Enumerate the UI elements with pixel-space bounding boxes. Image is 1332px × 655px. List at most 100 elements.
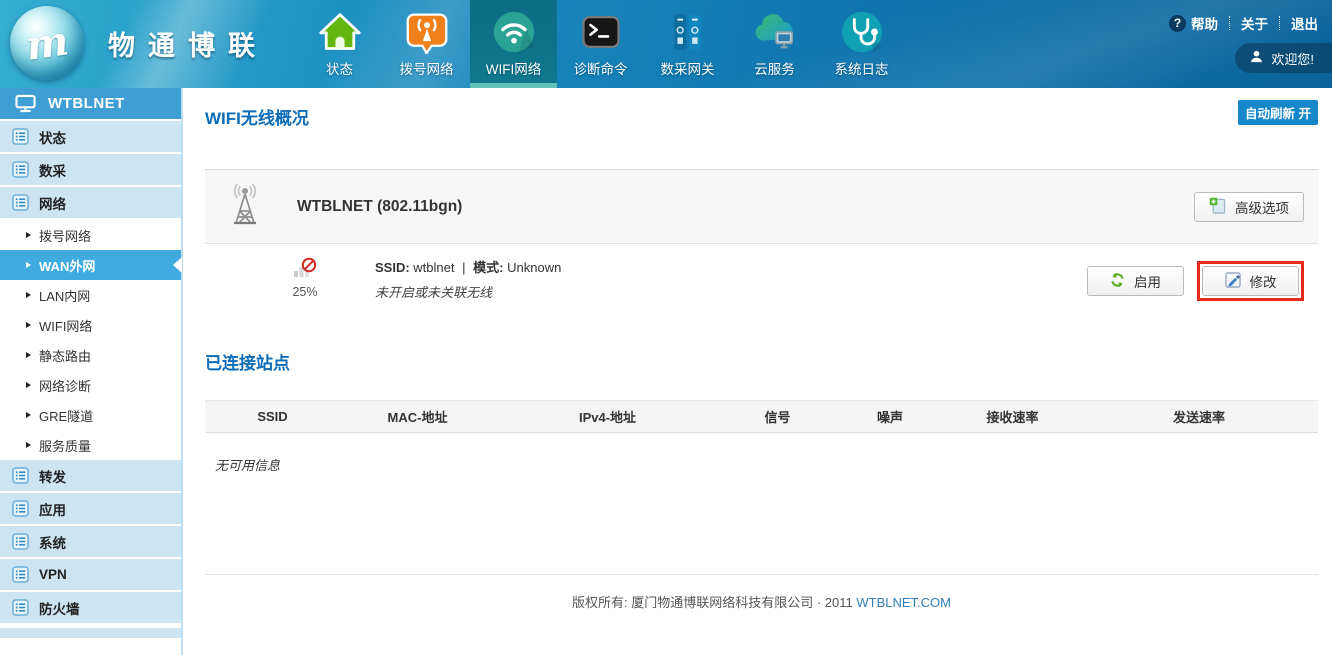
caret-right-icon <box>26 382 31 388</box>
nav-tab-system-log[interactable]: 系统日志 <box>818 0 905 88</box>
logout-link[interactable]: 退出 <box>1291 13 1318 33</box>
top-nav: 状态 拨号网络 WIFI网络 诊断命令 数采网关 <box>296 0 905 88</box>
sidebar-item-qos[interactable]: 服务质量 <box>0 430 181 460</box>
nav-tab-diagnostic-command[interactable]: 诊断命令 <box>557 0 644 88</box>
sidebar-item-network-diagnose[interactable]: 网络诊断 <box>0 370 181 400</box>
page-plus-icon <box>1209 197 1226 217</box>
nav-tab-data-gateway[interactable]: 数采网关 <box>644 0 731 88</box>
wifi-action-buttons: 启用 修改 <box>1087 261 1304 301</box>
caret-right-icon <box>26 442 31 448</box>
column-rx-rate: 接收速率 <box>945 407 1080 426</box>
wireless-disabled-note: 未开启或未关联无线 <box>375 282 561 301</box>
sidebar-item-forward[interactable]: 转发 <box>0 460 181 493</box>
terminal-icon <box>580 4 622 60</box>
about-link[interactable]: 关于 <box>1241 13 1268 33</box>
caret-right-icon <box>26 322 31 328</box>
wifi-overview-panel: WTBLNET (802.11bgn) 高级选项 25% <box>205 169 1318 319</box>
list-icon <box>12 194 29 211</box>
page-title: WIFI无线概况 <box>205 104 1318 129</box>
brand-logo-icon: m <box>10 6 84 80</box>
column-ipv4: IPv4-地址 <box>495 407 720 426</box>
ssid-value: wtblnet <box>413 260 454 275</box>
welcome-button[interactable]: 欢迎您! <box>1235 43 1332 73</box>
empty-table-message: 无可用信息 <box>215 455 1318 474</box>
list-icon <box>12 128 29 145</box>
gateway-icon <box>666 4 710 60</box>
help-icon: ? <box>1169 15 1186 32</box>
help-link[interactable]: ?帮助 <box>1169 13 1218 33</box>
copyright-text: 版权所有: 厦门物通博联网络科技有限公司 · 2011 <box>572 595 853 610</box>
wifi-panel-title: WTBLNET (802.11bgn) <box>297 198 462 216</box>
syslog-stethoscope-icon <box>839 4 885 60</box>
enable-button[interactable]: 启用 <box>1087 266 1184 296</box>
monitor-icon <box>15 94 36 113</box>
wifi-status-text: SSID: wtblnet | 模式: Unknown 未开启或未关联无线 <box>375 257 561 301</box>
nav-tab-dial-network[interactable]: 拨号网络 <box>383 0 470 88</box>
user-icon <box>1250 50 1263 66</box>
sidebar-item-wan[interactable]: WAN外网 <box>0 250 181 280</box>
divider <box>1279 16 1280 30</box>
sidebar: WTBLNET 状态 数采 网络 拨号网络 WAN外网 LAN内网 WIF <box>0 88 183 655</box>
stations-table-header: SSID MAC-地址 IPv4-地址 信号 噪声 接收速率 发送速率 <box>205 400 1318 433</box>
refresh-icon <box>1110 272 1125 291</box>
caret-right-icon <box>26 292 31 298</box>
sidebar-item-partial <box>0 626 181 638</box>
sidebar-item-network[interactable]: 网络 <box>0 187 181 220</box>
brand: m 物通博联 <box>10 6 268 80</box>
edit-pencil-icon <box>1225 272 1241 291</box>
column-mac: MAC-地址 <box>340 407 495 426</box>
sidebar-item-application[interactable]: 应用 <box>0 493 181 526</box>
sidebar-item-data-collect[interactable]: 数采 <box>0 154 181 187</box>
footer: 版权所有: 厦门物通博联网络科技有限公司 · 2011 WTBLNET.COM <box>205 592 1318 611</box>
ssid-label: SSID: <box>375 260 410 275</box>
main-content: WIFI无线概况 自动刷新 开 WTBLNET (802.11bgn) 高级选项 <box>183 88 1332 655</box>
sidebar-item-lan[interactable]: LAN内网 <box>0 280 181 310</box>
mode-value: Unknown <box>507 260 561 275</box>
brand-name: 物通博联 <box>108 24 268 63</box>
modify-highlight-box: 修改 <box>1197 261 1304 301</box>
list-icon <box>12 533 29 550</box>
list-icon <box>12 500 29 517</box>
nav-tab-wifi-network[interactable]: WIFI网络 <box>470 0 557 88</box>
mode-label: 模式: <box>473 260 503 275</box>
caret-right-icon <box>26 232 31 238</box>
sidebar-item-static-route[interactable]: 静态路由 <box>0 340 181 370</box>
signal-disabled-icon <box>293 266 317 283</box>
wifi-panel-header: WTBLNET (802.11bgn) 高级选项 <box>205 169 1318 244</box>
sidebar-item-system[interactable]: 系统 <box>0 526 181 559</box>
connected-stations-title: 已连接站点 <box>205 349 1318 374</box>
column-signal: 信号 <box>720 407 835 426</box>
list-icon <box>12 566 29 583</box>
sidebar-item-status[interactable]: 状态 <box>0 121 181 154</box>
advanced-options-button[interactable]: 高级选项 <box>1194 192 1304 222</box>
home-icon <box>318 4 362 60</box>
signal-percent: 25% <box>281 285 329 299</box>
sidebar-item-gre-tunnel[interactable]: GRE隧道 <box>0 400 181 430</box>
ssid-line: SSID: wtblnet | 模式: Unknown <box>375 257 561 276</box>
top-header: m 物通博联 状态 拨号网络 WIFI网络 诊断命令 <box>0 0 1332 88</box>
caret-right-icon <box>26 412 31 418</box>
wifi-status-row: 25% SSID: wtblnet | 模式: Unknown 未开启或未关联无… <box>205 244 1318 319</box>
antenna-tower-icon <box>223 181 267 232</box>
wifi-icon <box>491 4 537 60</box>
list-icon <box>12 467 29 484</box>
sidebar-item-dial-network[interactable]: 拨号网络 <box>0 220 181 250</box>
modify-button[interactable]: 修改 <box>1202 266 1299 296</box>
header-utility-links: ?帮助 关于 退出 <box>1169 13 1318 33</box>
column-noise: 噪声 <box>835 407 945 426</box>
cloud-icon <box>752 4 798 60</box>
sidebar-device-title: WTBLNET <box>0 88 181 121</box>
nav-tab-cloud-service[interactable]: 云服务 <box>731 0 818 88</box>
sidebar-item-firewall[interactable]: 防火墙 <box>0 592 181 625</box>
caret-right-icon <box>26 262 31 268</box>
wtblnet-link[interactable]: WTBLNET.COM <box>856 595 951 610</box>
nav-tab-status[interactable]: 状态 <box>296 0 383 88</box>
dial-network-icon <box>405 4 449 60</box>
list-icon <box>12 161 29 178</box>
pipe-separator: | <box>462 260 465 275</box>
sidebar-item-vpn[interactable]: VPN <box>0 559 181 592</box>
column-ssid: SSID <box>205 409 340 424</box>
sidebar-item-wifi-network[interactable]: WIFI网络 <box>0 310 181 340</box>
list-icon <box>12 599 29 616</box>
auto-refresh-toggle[interactable]: 自动刷新 开 <box>1238 100 1318 125</box>
